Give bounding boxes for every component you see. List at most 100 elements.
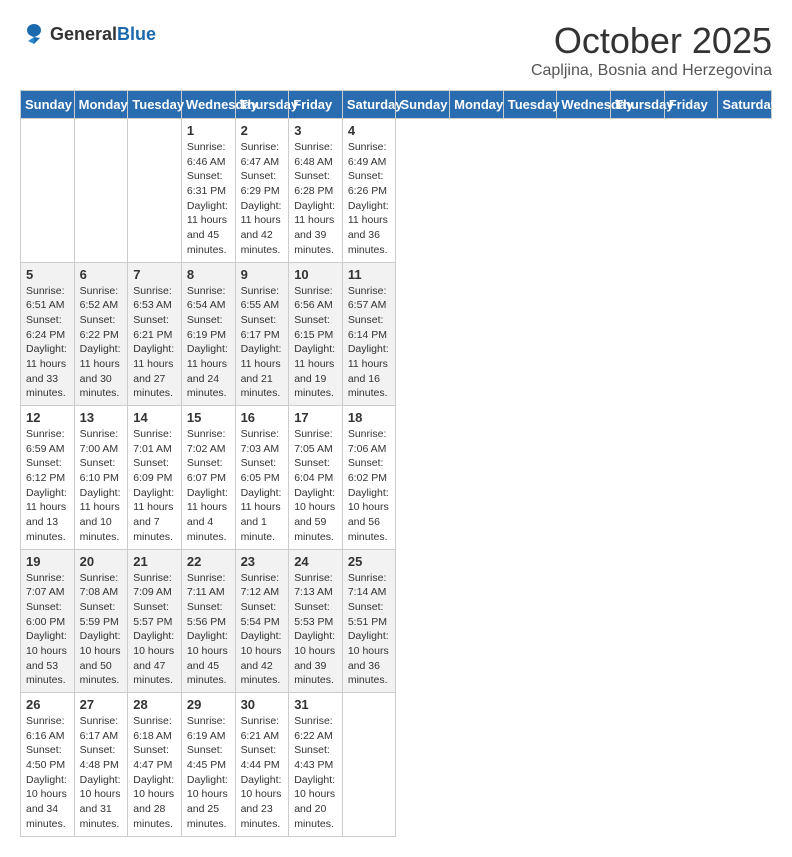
day-cell-3: 3 Sunrise: 6:48 AM Sunset: 6:28 PM Daylig… <box>289 119 343 263</box>
logo-general: General <box>50 24 117 44</box>
day-number: 16 <box>241 410 284 425</box>
header-monday: Monday <box>74 91 128 119</box>
empty-cell <box>128 119 182 263</box>
day-cell-13: 13Sunrise: 7:00 AM Sunset: 6:10 PM Dayli… <box>74 406 128 550</box>
day-cell-11: 11 Sunrise: 6:57 AM Sunset: 6:14 PM Dayli… <box>342 262 396 406</box>
month-title: October 2025 <box>531 20 772 62</box>
day-number: 20 <box>80 554 123 569</box>
day-number: 7 <box>133 267 176 282</box>
day-cell-12: 12Sunrise: 6:59 AM Sunset: 6:12 PM Dayli… <box>21 406 75 550</box>
day-number: 27 <box>80 697 123 712</box>
week-row-4: 19 Sunrise: 7:07 AM Sunset: 6:00 PM Dayli… <box>21 549 772 693</box>
day-cell-23: 23 Sunrise: 7:12 AM Sunset: 5:54 PM Dayli… <box>235 549 289 693</box>
day-info: Sunrise: 6:48 AM Sunset: 6:28 PM Dayligh… <box>294 140 337 258</box>
day-info: Sunrise: 6:17 AM Sunset: 4:48 PM Dayligh… <box>80 714 123 832</box>
location-title: Capljina, Bosnia and Herzegovina <box>531 62 772 80</box>
day-info: Sunrise: 6:51 AM Sunset: 6:24 PM Dayligh… <box>26 284 69 402</box>
week-row-2: 5Sunrise: 6:51 AM Sunset: 6:24 PM Daylig… <box>21 262 772 406</box>
day-cell-10: 10Sunrise: 6:56 AM Sunset: 6:15 PM Dayli… <box>289 262 343 406</box>
day-cell-8: 8 Sunrise: 6:54 AM Sunset: 6:19 PM Daylig… <box>181 262 235 406</box>
day-info: Sunrise: 7:12 AM Sunset: 5:54 PM Dayligh… <box>241 571 284 689</box>
day-info: Sunrise: 6:21 AM Sunset: 4:44 PM Dayligh… <box>241 714 284 832</box>
header-friday: Friday <box>289 91 343 119</box>
day-number: 22 <box>187 554 230 569</box>
day-number: 29 <box>187 697 230 712</box>
logo: GeneralBlue <box>20 20 156 48</box>
day-number: 2 <box>241 123 284 138</box>
day-cell-31: 31Sunrise: 6:22 AM Sunset: 4:43 PM Dayli… <box>289 693 343 837</box>
day-number: 23 <box>241 554 284 569</box>
day-cell-29: 29 Sunrise: 6:19 AM Sunset: 4:45 PM Dayli… <box>181 693 235 837</box>
day-number: 18 <box>348 410 391 425</box>
day-cell-6: 6 Sunrise: 6:52 AM Sunset: 6:22 PM Daylig… <box>74 262 128 406</box>
day-number: 11 <box>348 267 391 282</box>
day-number: 6 <box>80 267 123 282</box>
calendar-header-row: SundayMondayTuesdayWednesdayThursdayFrid… <box>21 91 772 119</box>
day-info: Sunrise: 7:07 AM Sunset: 6:00 PM Dayligh… <box>26 571 69 689</box>
day-number: 8 <box>187 267 230 282</box>
day-number: 21 <box>133 554 176 569</box>
day-info: Sunrise: 6:22 AM Sunset: 4:43 PM Dayligh… <box>294 714 337 832</box>
day-number: 25 <box>348 554 391 569</box>
day-cell-18: 18 Sunrise: 7:06 AM Sunset: 6:02 PM Dayli… <box>342 406 396 550</box>
day-number: 9 <box>241 267 284 282</box>
day-info: Sunrise: 6:46 AM Sunset: 6:31 PM Dayligh… <box>187 140 230 258</box>
page-header: GeneralBlue October 2025 Capljina, Bosni… <box>20 20 772 80</box>
day-info: Sunrise: 7:01 AM Sunset: 6:09 PM Dayligh… <box>133 427 176 545</box>
day-info: Sunrise: 6:52 AM Sunset: 6:22 PM Dayligh… <box>80 284 123 402</box>
day-info: Sunrise: 6:47 AM Sunset: 6:29 PM Dayligh… <box>241 140 284 258</box>
day-cell-16: 16Sunrise: 7:03 AM Sunset: 6:05 PM Dayli… <box>235 406 289 550</box>
day-cell-9: 9 Sunrise: 6:55 AM Sunset: 6:17 PM Daylig… <box>235 262 289 406</box>
title-block: October 2025 Capljina, Bosnia and Herzeg… <box>531 20 772 80</box>
day-number: 3 <box>294 123 337 138</box>
week-row-5: 26Sunrise: 6:16 AM Sunset: 4:50 PM Dayli… <box>21 693 772 837</box>
header-thursday: Thursday <box>235 91 289 119</box>
empty-cell <box>342 693 396 837</box>
header-tuesday: Tuesday <box>128 91 182 119</box>
day-info: Sunrise: 6:16 AM Sunset: 4:50 PM Dayligh… <box>26 714 69 832</box>
day-cell-26: 26Sunrise: 6:16 AM Sunset: 4:50 PM Dayli… <box>21 693 75 837</box>
day-info: Sunrise: 6:19 AM Sunset: 4:45 PM Dayligh… <box>187 714 230 832</box>
empty-cell <box>74 119 128 263</box>
day-info: Sunrise: 7:14 AM Sunset: 5:51 PM Dayligh… <box>348 571 391 689</box>
day-info: Sunrise: 7:00 AM Sunset: 6:10 PM Dayligh… <box>80 427 123 545</box>
day-info: Sunrise: 7:06 AM Sunset: 6:02 PM Dayligh… <box>348 427 391 545</box>
col-header-tuesday: Tuesday <box>503 91 557 119</box>
week-row-1: 1Sunrise: 6:46 AM Sunset: 6:31 PM Daylig… <box>21 119 772 263</box>
day-number: 4 <box>348 123 391 138</box>
day-info: Sunrise: 6:55 AM Sunset: 6:17 PM Dayligh… <box>241 284 284 402</box>
week-row-3: 12Sunrise: 6:59 AM Sunset: 6:12 PM Dayli… <box>21 406 772 550</box>
day-cell-14: 14 Sunrise: 7:01 AM Sunset: 6:09 PM Dayli… <box>128 406 182 550</box>
day-info: Sunrise: 7:09 AM Sunset: 5:57 PM Dayligh… <box>133 571 176 689</box>
day-cell-7: 7Sunrise: 6:53 AM Sunset: 6:21 PM Daylig… <box>128 262 182 406</box>
logo-text: GeneralBlue <box>50 24 156 45</box>
col-header-saturday: Saturday <box>718 91 772 119</box>
day-info: Sunrise: 6:57 AM Sunset: 6:14 PM Dayligh… <box>348 284 391 402</box>
day-info: Sunrise: 7:11 AM Sunset: 5:56 PM Dayligh… <box>187 571 230 689</box>
col-header-friday: Friday <box>664 91 718 119</box>
logo-blue: Blue <box>117 24 156 44</box>
day-number: 30 <box>241 697 284 712</box>
day-cell-21: 21 Sunrise: 7:09 AM Sunset: 5:57 PM Dayli… <box>128 549 182 693</box>
empty-cell <box>21 119 75 263</box>
day-number: 10 <box>294 267 337 282</box>
day-cell-28: 28Sunrise: 6:18 AM Sunset: 4:47 PM Dayli… <box>128 693 182 837</box>
day-info: Sunrise: 6:54 AM Sunset: 6:19 PM Dayligh… <box>187 284 230 402</box>
day-cell-5: 5Sunrise: 6:51 AM Sunset: 6:24 PM Daylig… <box>21 262 75 406</box>
day-cell-25: 25 Sunrise: 7:14 AM Sunset: 5:51 PM Dayli… <box>342 549 396 693</box>
col-header-monday: Monday <box>450 91 504 119</box>
day-info: Sunrise: 7:05 AM Sunset: 6:04 PM Dayligh… <box>294 427 337 545</box>
day-cell-30: 30 Sunrise: 6:21 AM Sunset: 4:44 PM Dayli… <box>235 693 289 837</box>
day-number: 14 <box>133 410 176 425</box>
day-cell-27: 27 Sunrise: 6:17 AM Sunset: 4:48 PM Dayli… <box>74 693 128 837</box>
day-cell-19: 19 Sunrise: 7:07 AM Sunset: 6:00 PM Dayli… <box>21 549 75 693</box>
day-cell-22: 22 Sunrise: 7:11 AM Sunset: 5:56 PM Dayli… <box>181 549 235 693</box>
day-cell-15: 15 Sunrise: 7:02 AM Sunset: 6:07 PM Dayli… <box>181 406 235 550</box>
day-info: Sunrise: 7:02 AM Sunset: 6:07 PM Dayligh… <box>187 427 230 545</box>
day-number: 15 <box>187 410 230 425</box>
header-sunday: Sunday <box>21 91 75 119</box>
day-number: 19 <box>26 554 69 569</box>
day-cell-17: 17Sunrise: 7:05 AM Sunset: 6:04 PM Dayli… <box>289 406 343 550</box>
day-info: Sunrise: 7:13 AM Sunset: 5:53 PM Dayligh… <box>294 571 337 689</box>
logo-icon <box>20 20 48 48</box>
